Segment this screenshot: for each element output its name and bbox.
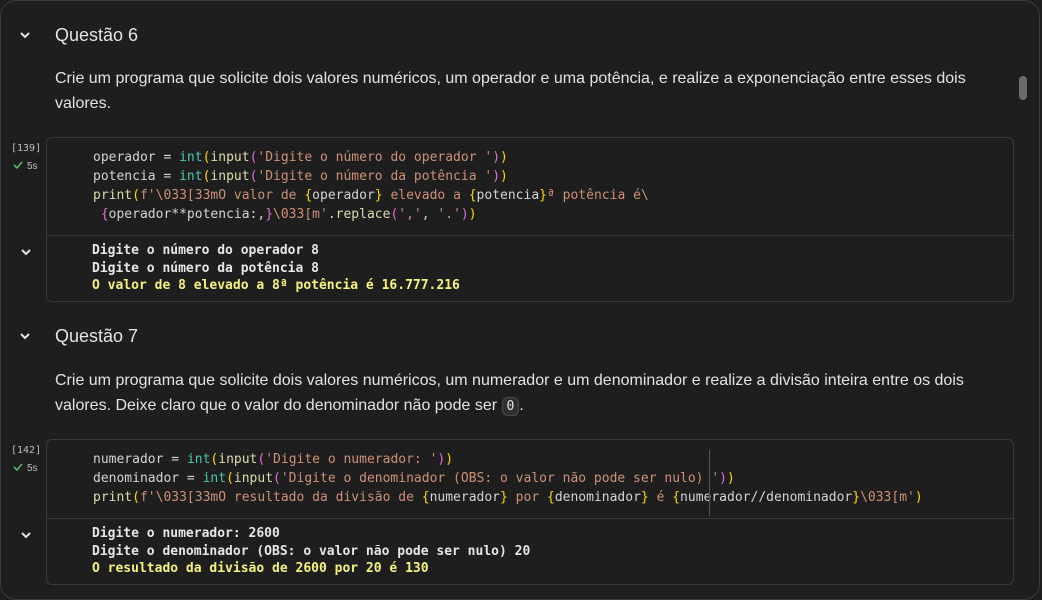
code-editor[interactable]: operador = int(input('Digite o número do… — [47, 138, 1013, 224]
question-7-text: Crie um programa que solicite dois valor… — [55, 368, 995, 419]
check-icon — [12, 159, 24, 174]
run-time: 5s — [27, 161, 38, 172]
chevron-down-icon[interactable] — [19, 245, 33, 259]
chevron-down-icon[interactable] — [19, 528, 33, 542]
inline-code: 0 — [501, 397, 520, 416]
section-heading-q7: Questão 7 — [55, 326, 139, 346]
q7-text-line-2: valores. Deixe claro que o valor do deno… — [55, 393, 995, 419]
run-status: 5s — [12, 159, 38, 174]
code-cell-q6[interactable]: operador = int(input('Digite o número do… — [21, 137, 1014, 302]
q7-text-line-2-end: . — [519, 397, 524, 414]
output-separator — [47, 518, 1013, 519]
q7-text-line-1: Crie um programa que solicite dois valor… — [55, 372, 964, 389]
output-line-result: O resultado da divisão de 2600 por 20 é … — [92, 561, 429, 576]
output-line: Digite o número do operador 8 — [92, 243, 319, 258]
question-6-text: Crie um programa que solicite dois valor… — [55, 66, 995, 116]
execution-count: [142] — [11, 445, 42, 456]
code-editor[interactable]: numerador = int(input('Digite o numerado… — [47, 440, 1013, 507]
output-line-result: O valor de 8 elevado a 8ª potência é 16.… — [92, 278, 460, 293]
output-line: Digite o numerador: 2600 — [92, 526, 280, 541]
output-line: Digite o denominador (OBS: o valor não p… — [92, 543, 531, 559]
run-status: 5s — [12, 461, 38, 476]
q7-text-line-2-start: valores. Deixe claro que o valor do deno… — [55, 397, 502, 414]
q6-text-line-2: valores. — [55, 95, 112, 112]
output-separator — [47, 235, 1013, 236]
chevron-down-icon[interactable] — [18, 28, 32, 42]
q6-text-line-1: Crie um programa que solicite dois valor… — [55, 70, 966, 87]
section-heading-q6: Questão 6 — [55, 25, 139, 45]
chevron-down-icon[interactable] — [18, 329, 32, 343]
check-icon — [12, 461, 24, 476]
text-cursor — [709, 450, 710, 516]
scrollbar-thumb[interactable] — [1019, 76, 1027, 100]
cell-output: Digite o número do operador 8 Digite o nú… — [92, 242, 460, 295]
execution-count: [139] — [11, 143, 42, 154]
run-time: 5s — [27, 463, 38, 474]
code-cell-q7[interactable]: numerador = int(input('Digite o numerado… — [21, 439, 1014, 585]
output-line: Digite o número da potência 8 — [92, 260, 319, 276]
cell-output: Digite o numerador: 2600 Digite o denomin… — [92, 525, 530, 578]
